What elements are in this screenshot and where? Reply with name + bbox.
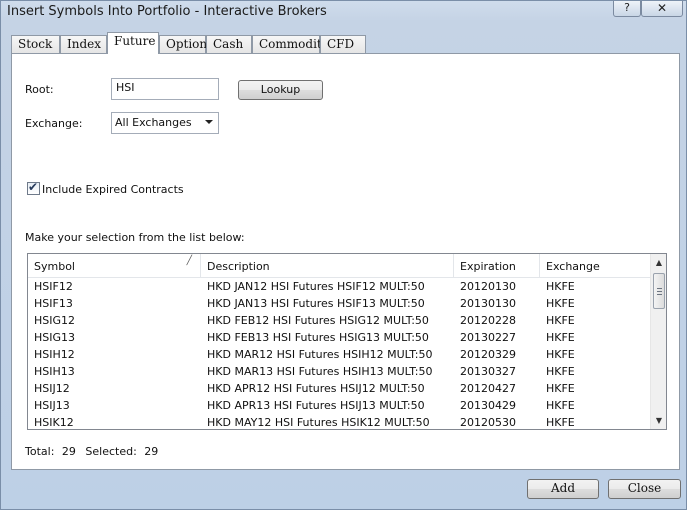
scroll-thumb[interactable] xyxy=(653,273,665,309)
cell-symbol: HSIJ12 xyxy=(34,382,70,395)
cell-description: HKD MAR13 HSI Futures HSIH13 MULT:50 xyxy=(207,365,433,378)
dialog-window: Insert Symbols Into Portfolio - Interact… xyxy=(0,0,687,510)
cell-description: HKD FEB13 HSI Futures HSIG13 MULT:50 xyxy=(207,331,429,344)
checkmark-icon: ✔ xyxy=(28,180,39,194)
table-row[interactable]: HSIJ12 HKD APR12 HSI Futures HSIJ12 MULT:… xyxy=(28,381,650,398)
table-row[interactable]: HSIJ13 HKD APR13 HSI Futures HSIJ13 MULT:… xyxy=(28,398,650,415)
cell-expiration: 20120130 xyxy=(460,280,516,293)
cell-expiration: 20130130 xyxy=(460,297,516,310)
grip-line xyxy=(657,291,662,292)
column-header-description[interactable]: Description xyxy=(201,254,454,278)
column-header-exchange[interactable]: Exchange xyxy=(540,254,650,278)
selected-label: Selected: xyxy=(85,445,137,458)
cell-exchange: HKFE xyxy=(546,365,575,378)
exchange-select[interactable]: All Exchanges xyxy=(111,112,219,134)
cell-exchange: HKFE xyxy=(546,280,575,293)
title-bar: Insert Symbols Into Portfolio - Interact… xyxy=(1,1,686,27)
root-input[interactable]: HSI xyxy=(111,78,219,100)
grip-line xyxy=(657,294,662,295)
table-row[interactable]: HSIG12 HKD FEB12 HSI Futures HSIG12 MULT:… xyxy=(28,313,650,330)
tab-index[interactable]: Index xyxy=(60,35,107,54)
close-button[interactable]: Close xyxy=(608,479,681,499)
help-button[interactable]: ? xyxy=(613,1,641,17)
scroll-up-icon[interactable]: ▲ xyxy=(651,254,666,271)
cell-description: HKD MAR12 HSI Futures HSIH12 MULT:50 xyxy=(207,348,433,361)
cell-exchange: HKFE xyxy=(546,382,575,395)
cell-symbol: HSIK12 xyxy=(34,416,74,429)
column-header-symbol[interactable]: Symbol ╱ xyxy=(28,254,201,278)
total-label: Total: xyxy=(25,445,55,458)
cell-exchange: HKFE xyxy=(546,314,575,327)
future-tab-panel: Root: HSI Lookup Exchange: All Exchanges… xyxy=(11,53,680,470)
cell-description: HKD APR12 HSI Futures HSIJ12 MULT:50 xyxy=(207,382,425,395)
tab-commodity[interactable]: Commodity xyxy=(252,35,329,54)
tab-cfd[interactable]: CFD xyxy=(320,35,366,54)
column-header-label: Symbol xyxy=(34,260,75,273)
list-rows: HSIF12 HKD JAN12 HSI Futures HSIF12 MULT:… xyxy=(28,279,650,429)
cell-expiration: 20120329 xyxy=(460,348,516,361)
cell-symbol: HSIH13 xyxy=(34,365,75,378)
selection-prompt: Make your selection from the list below: xyxy=(25,231,245,244)
tab-cash[interactable]: Cash xyxy=(206,35,252,54)
symbol-list[interactable]: Symbol ╱ Description Expiration Exchange… xyxy=(27,253,667,430)
cell-expiration: 20130327 xyxy=(460,365,516,378)
cell-symbol: HSIF13 xyxy=(34,297,73,310)
tab-stock[interactable]: Stock xyxy=(11,35,60,54)
add-button[interactable]: Add xyxy=(527,479,599,499)
cell-exchange: HKFE xyxy=(546,348,575,361)
cell-expiration: 20120427 xyxy=(460,382,516,395)
cell-exchange: HKFE xyxy=(546,399,575,412)
cell-exchange: HKFE xyxy=(546,297,575,310)
cell-exchange: HKFE xyxy=(546,331,575,344)
cell-expiration: 20120530 xyxy=(460,416,516,429)
include-expired-checkbox[interactable]: ✔ xyxy=(27,180,40,195)
cell-symbol: HSIG13 xyxy=(34,331,76,344)
cell-description: HKD JAN12 HSI Futures HSIF12 MULT:50 xyxy=(207,280,425,293)
cell-expiration: 20130227 xyxy=(460,331,516,344)
cell-expiration: 20130429 xyxy=(460,399,516,412)
cell-description: HKD APR13 HSI Futures HSIJ13 MULT:50 xyxy=(207,399,425,412)
cell-expiration: 20120228 xyxy=(460,314,516,327)
column-header-expiration[interactable]: Expiration xyxy=(454,254,540,278)
close-window-button[interactable]: ✕ xyxy=(641,1,683,17)
root-label: Root: xyxy=(25,83,54,96)
cell-description: HKD FEB12 HSI Futures HSIG12 MULT:50 xyxy=(207,314,429,327)
lookup-button[interactable]: Lookup xyxy=(238,80,323,100)
window-title: Insert Symbols Into Portfolio - Interact… xyxy=(7,4,327,19)
cell-description: HKD JAN13 HSI Futures HSIF13 MULT:50 xyxy=(207,297,425,310)
table-row[interactable]: HSIF12 HKD JAN12 HSI Futures HSIF12 MULT:… xyxy=(28,279,650,296)
cell-symbol: HSIH12 xyxy=(34,348,75,361)
table-row[interactable]: HSIH12 HKD MAR12 HSI Futures HSIH12 MULT:… xyxy=(28,347,650,364)
status-line: Total: 29 Selected: 29 xyxy=(25,445,158,458)
cell-symbol: HSIG12 xyxy=(34,314,76,327)
list-header: Symbol ╱ Description Expiration Exchange xyxy=(28,254,650,278)
include-expired-label[interactable]: Include Expired Contracts xyxy=(42,183,184,196)
total-value: 29 xyxy=(61,445,76,458)
exchange-label: Exchange: xyxy=(25,117,83,130)
table-row[interactable]: HSIF13 HKD JAN13 HSI Futures HSIF13 MULT:… xyxy=(28,296,650,313)
table-row[interactable]: HSIK12 HKD MAY12 HSI Futures HSIK12 MULT:… xyxy=(28,415,650,429)
table-row[interactable]: HSIH13 HKD MAR13 HSI Futures HSIH13 MULT:… xyxy=(28,364,650,381)
cell-exchange: HKFE xyxy=(546,416,575,429)
table-row[interactable]: HSIG13 HKD FEB13 HSI Futures HSIG13 MULT:… xyxy=(28,330,650,347)
cell-symbol: HSIF12 xyxy=(34,280,73,293)
grip-line xyxy=(657,288,662,289)
exchange-select-value: All Exchanges xyxy=(115,116,192,129)
tab-future[interactable]: Future xyxy=(107,32,159,54)
scroll-down-icon[interactable]: ▼ xyxy=(651,412,666,429)
sort-icon: ╱ xyxy=(186,256,192,266)
vertical-scrollbar[interactable]: ▲ ▼ xyxy=(650,254,666,429)
tab-option[interactable]: Option xyxy=(159,35,207,54)
selected-value: 29 xyxy=(144,445,159,458)
cell-symbol: HSIJ13 xyxy=(34,399,70,412)
cell-description: HKD MAY12 HSI Futures HSIK12 MULT:50 xyxy=(207,416,430,429)
chevron-down-icon xyxy=(205,120,213,124)
